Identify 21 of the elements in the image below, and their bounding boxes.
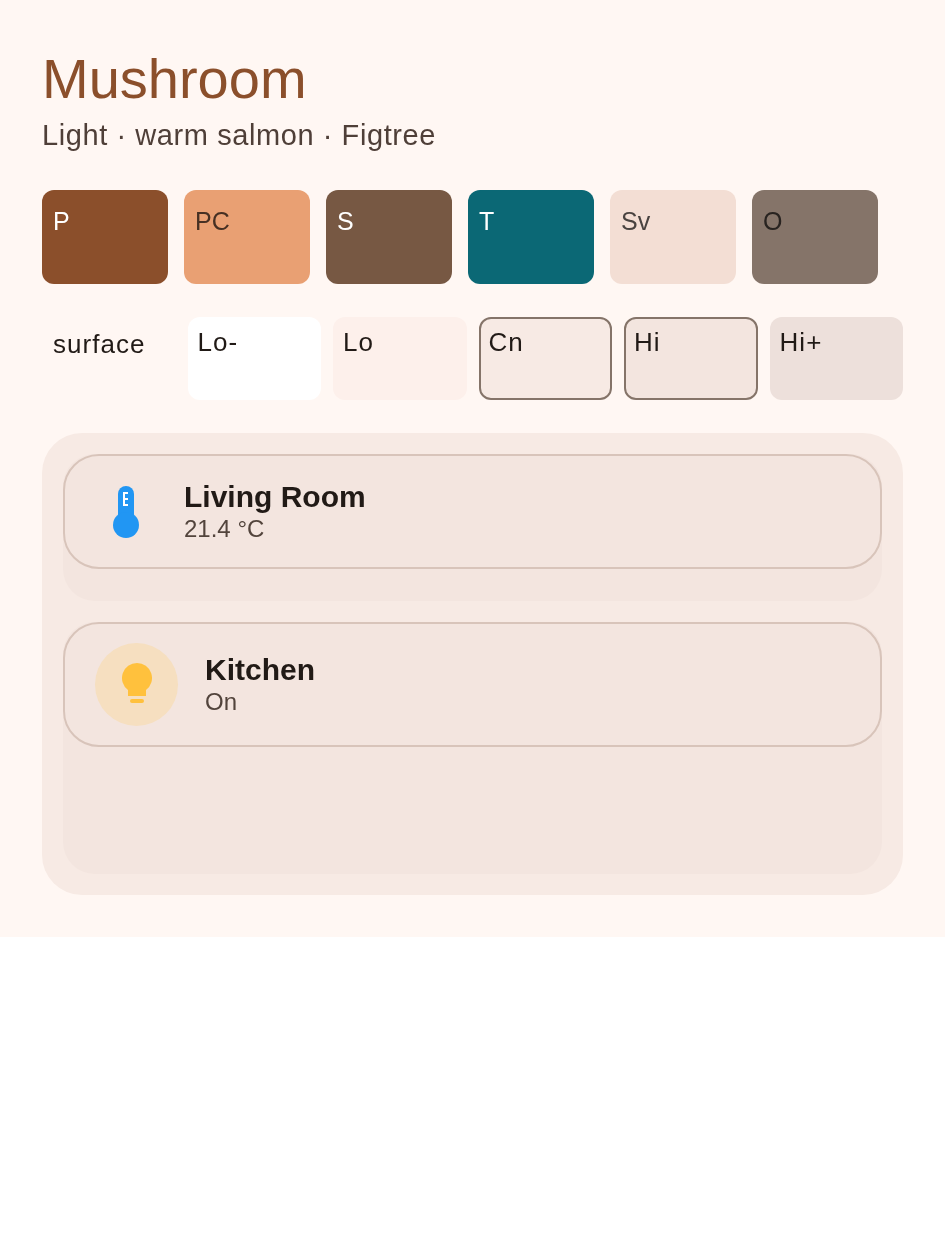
surface-swatch: Cn — [478, 317, 612, 400]
color-swatch: Sv — [610, 190, 736, 284]
color-swatch: O — [752, 190, 878, 284]
color-swatch: T — [468, 190, 594, 284]
theme-subtitle: Light · warm salmon · Figtree — [42, 118, 436, 153]
entity-card[interactable]: Living Room 21.4 °C — [63, 454, 882, 569]
surface-swatch: Lo — [333, 317, 467, 400]
entity-state: 21.4 °C — [184, 513, 265, 544]
color-swatch: S — [326, 190, 452, 284]
surface-swatch: Lo- — [187, 317, 321, 400]
surface-swatch: Hi — [624, 317, 758, 400]
page-title: Mushroom — [42, 47, 307, 111]
surface-label: surface — [53, 329, 146, 359]
color-swatch: PC — [184, 190, 310, 284]
color-swatch: P — [42, 190, 168, 284]
entity-name: Living Room — [184, 479, 366, 514]
thermometer-icon — [112, 485, 140, 538]
entity-card[interactable]: Kitchen On — [63, 622, 882, 747]
surface-swatch: Hi+ — [769, 317, 903, 400]
entity-name: Kitchen — [205, 652, 315, 687]
entity-state: On — [205, 686, 237, 717]
